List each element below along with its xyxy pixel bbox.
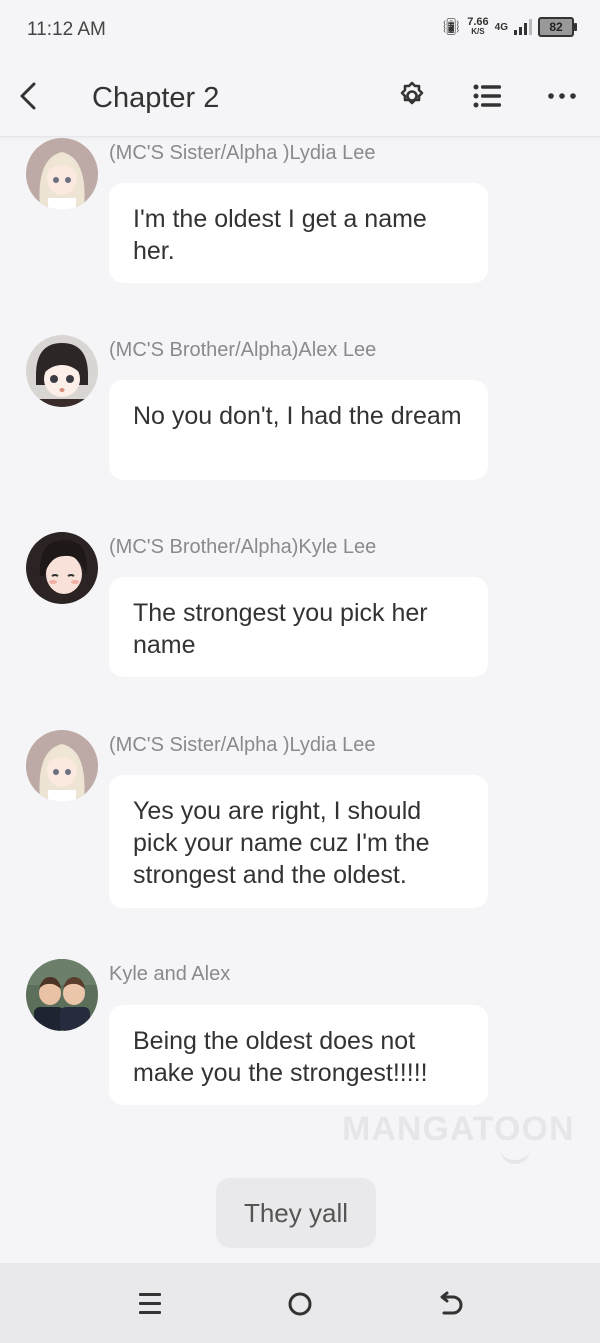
net-speed: 7.66 K/S xyxy=(467,17,488,37)
lydia-avatar[interactable] xyxy=(26,730,98,802)
sender-name: Kyle and Alex xyxy=(109,963,231,985)
message-bubble: I'm the oldest I get a name her. xyxy=(109,183,488,283)
status-time: 11:12 AM xyxy=(27,19,106,40)
watermark: MANGATOON xyxy=(342,1110,575,1148)
vibrate-icon: 📳︎ xyxy=(440,19,462,36)
chapter-header: Chapter 2 xyxy=(0,60,600,137)
home-icon xyxy=(288,1292,312,1316)
more-icon xyxy=(548,93,576,99)
sender-name: (MC'S Brother/Alpha)Kyle Lee xyxy=(109,536,377,558)
message-bubble: Being the oldest does not make you the s… xyxy=(109,1005,488,1105)
kyle-avatar[interactable] xyxy=(26,532,98,604)
chapter-list-button[interactable] xyxy=(469,78,505,114)
status-icons: 📳︎ 7.66 K/S 4G 82 xyxy=(440,17,577,37)
kyle-and-alex-avatar[interactable] xyxy=(26,959,98,1031)
nav-home-button[interactable] xyxy=(283,1287,317,1321)
continue-button[interactable]: They yall xyxy=(216,1178,376,1248)
message-bubble: Yes you are right, I should pick your na… xyxy=(109,775,488,908)
gear-icon xyxy=(400,81,424,105)
sender-name: (MC'S Brother/Alpha)Alex Lee xyxy=(109,339,377,361)
sender-name: (MC'S Sister/Alpha )Lydia Lee xyxy=(109,142,376,164)
message-bubble: No you don't, I had the dream xyxy=(109,380,488,480)
menu-icon xyxy=(139,1293,161,1314)
status-bar: 11:12 AM 📳︎ 7.66 K/S 4G 82 xyxy=(0,0,600,60)
nav-back-button[interactable] xyxy=(433,1287,467,1321)
watermark-smile-icon xyxy=(500,1146,530,1164)
page-title: Chapter 2 xyxy=(92,82,220,114)
message-bubble: The strongest you pick her name xyxy=(109,577,488,677)
chevron-left-icon xyxy=(20,82,36,110)
more-button[interactable] xyxy=(544,78,580,114)
back-button[interactable] xyxy=(14,78,46,114)
system-nav-bar xyxy=(0,1263,600,1343)
signal-icon xyxy=(514,19,532,35)
settings-button[interactable] xyxy=(394,78,430,114)
battery-icon: 82 xyxy=(538,17,577,37)
list-icon xyxy=(473,84,501,108)
network-type: 4G xyxy=(494,21,508,33)
net-speed-unit: K/S xyxy=(471,27,485,36)
back-icon xyxy=(440,1291,463,1315)
alex-avatar[interactable] xyxy=(26,335,98,407)
nav-menu-button[interactable] xyxy=(133,1287,167,1321)
lydia-avatar[interactable] xyxy=(26,138,98,210)
sender-name: (MC'S Sister/Alpha )Lydia Lee xyxy=(109,734,376,756)
